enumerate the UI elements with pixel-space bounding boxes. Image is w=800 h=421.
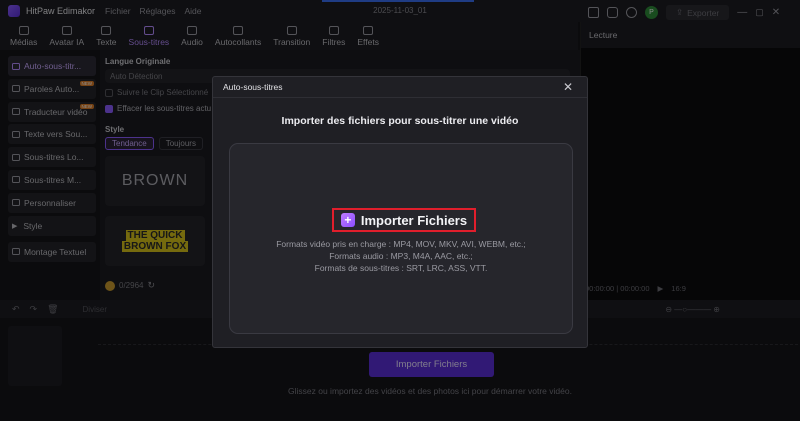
import-files-button[interactable]: + Importer Fichiers [332,208,476,232]
dialog-title: Auto-sous-titres [213,77,587,98]
video-formats: Formats vidéo pris en charge : MP4, MOV,… [276,239,526,249]
dialog-subtitle: Importer des fichiers pour sous-titrer u… [281,115,519,127]
audio-formats: Formats audio : MP3, M4A, AAC, etc.; [329,251,473,261]
plus-icon: + [340,213,355,227]
subtitle-formats: Formats de sous-titres : SRT, LRC, ASS, … [314,263,488,273]
drop-zone[interactable]: + Importer Fichiers Formats vidéo pris e… [229,143,573,334]
close-icon[interactable]: ✕ [563,80,573,94]
auto-subtitles-dialog: Auto-sous-titres ✕ Importer des fichiers… [212,76,588,348]
